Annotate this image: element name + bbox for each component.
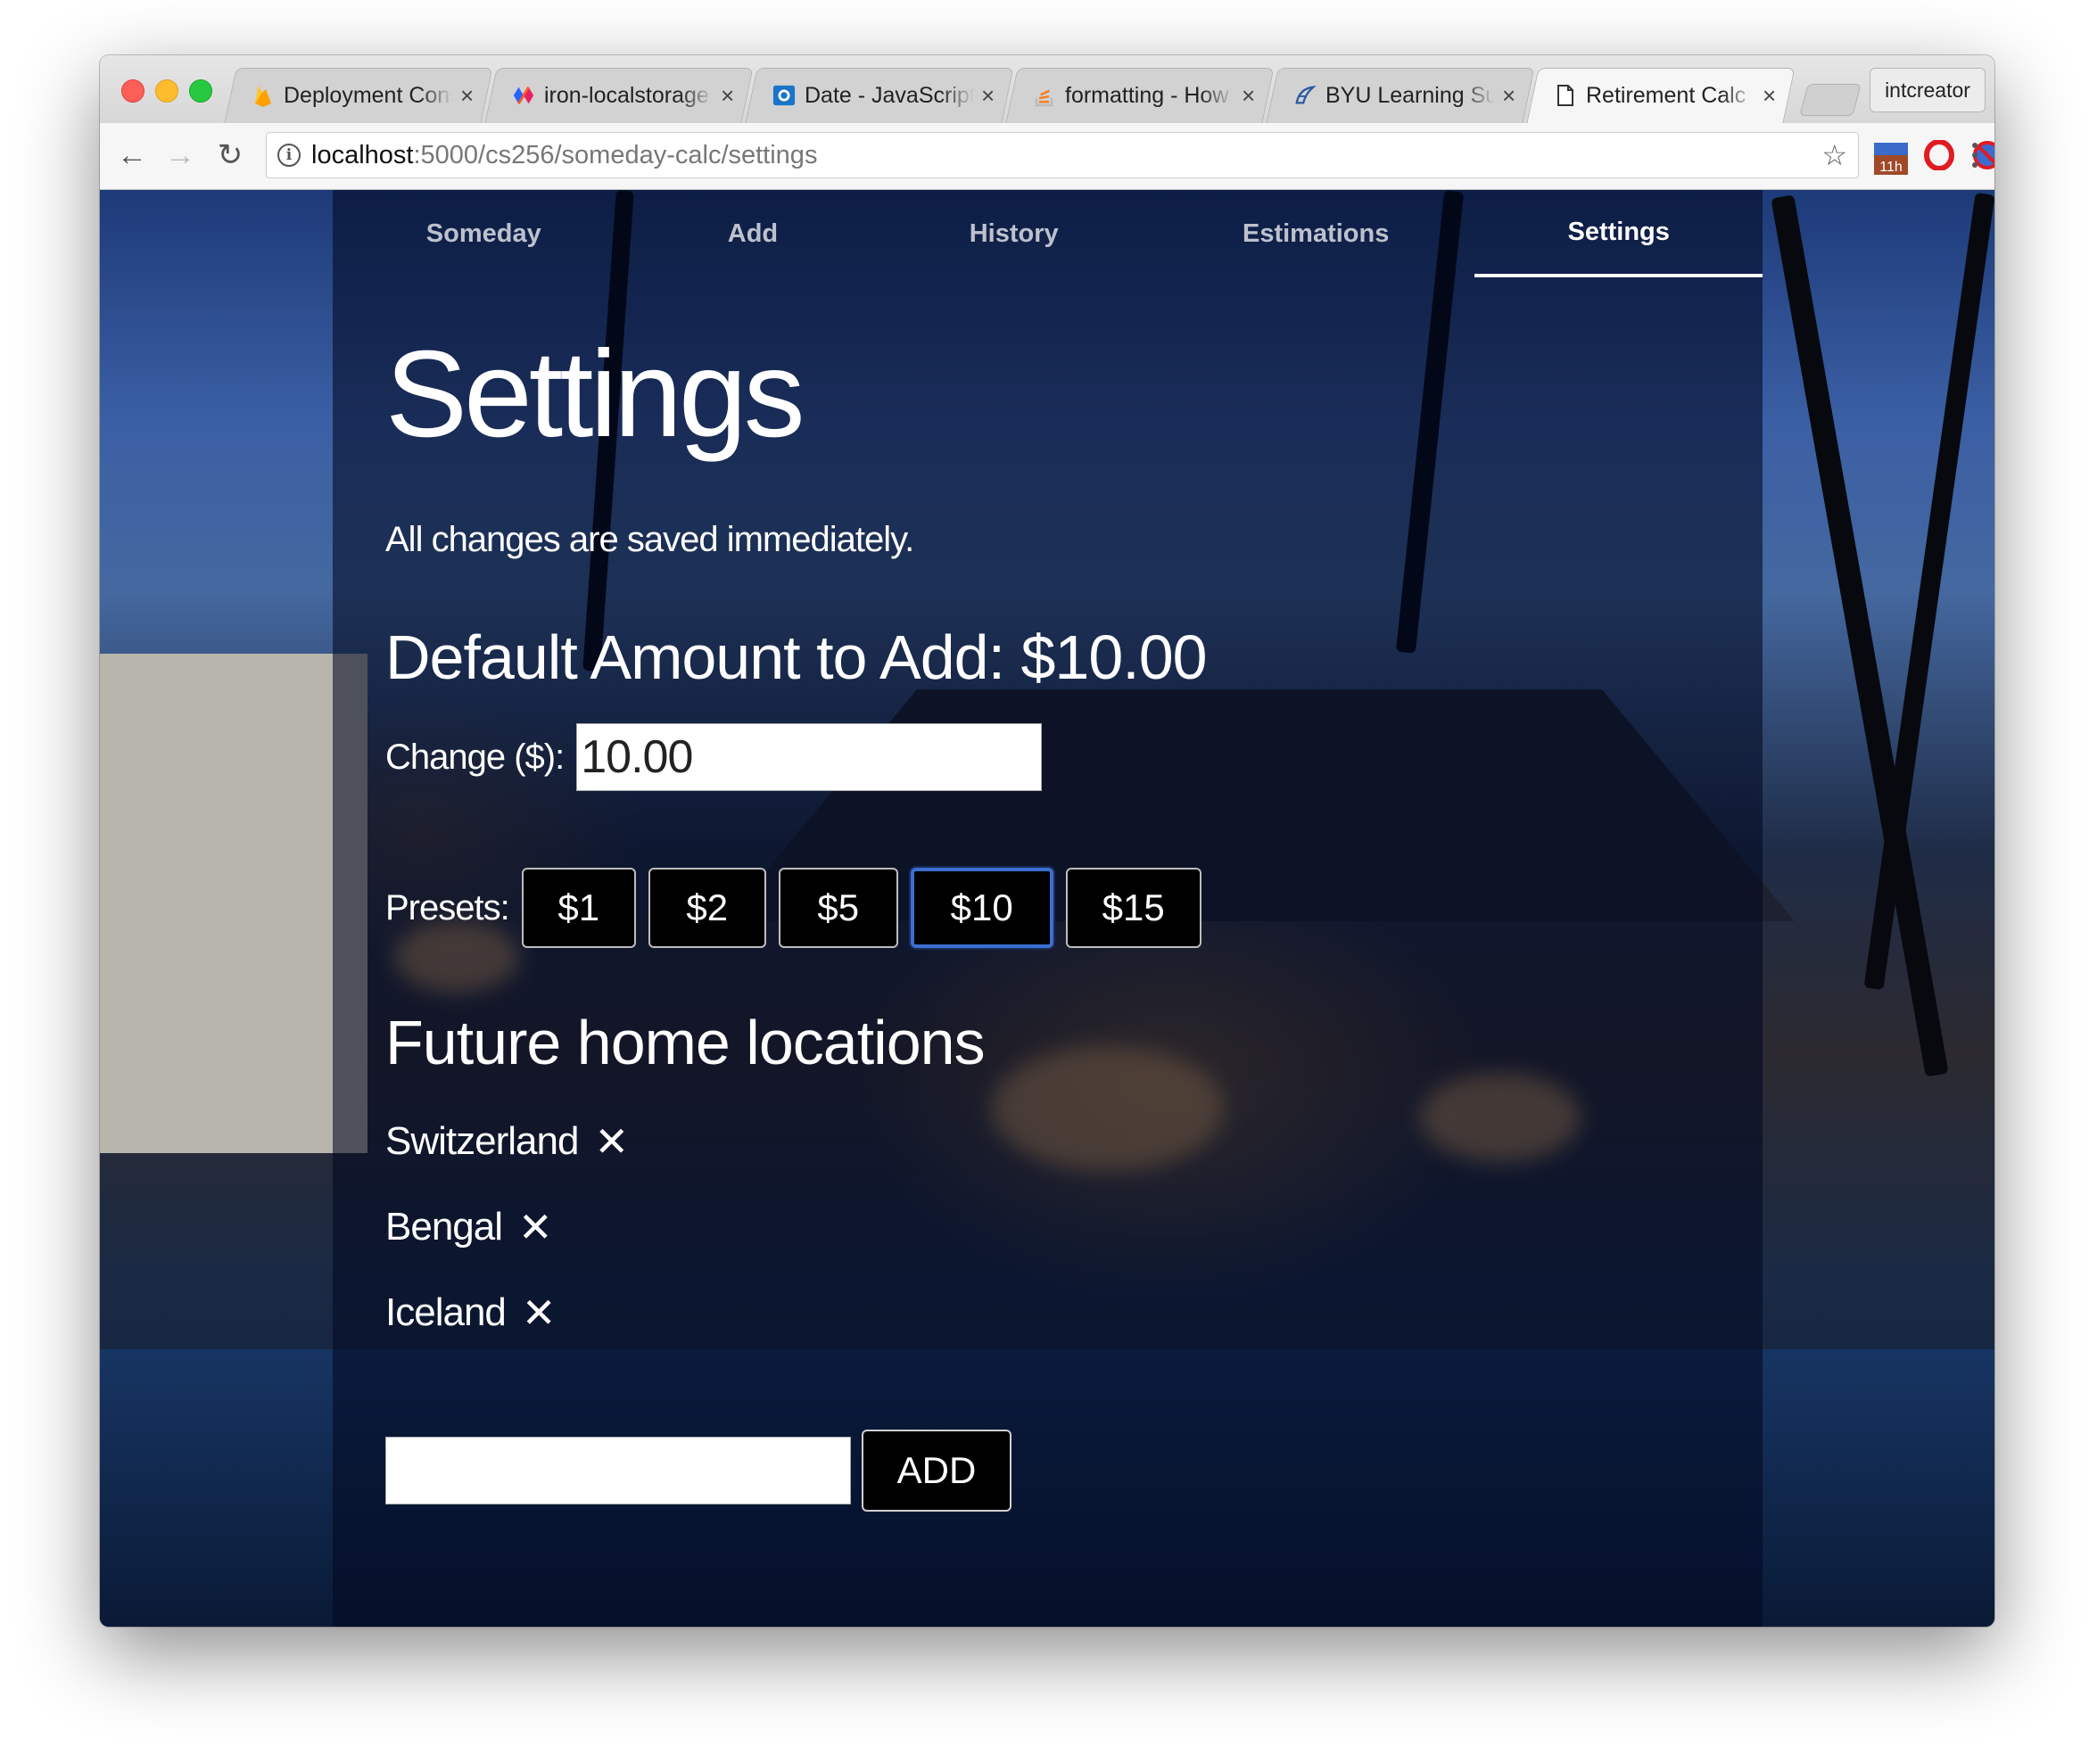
nav-add[interactable]: Add [635, 190, 871, 277]
content-panel: Someday Add History Estimations Settings… [333, 190, 1763, 1627]
profile-button[interactable]: intcreator [1870, 68, 1986, 112]
locations-heading: Future home locations [385, 1008, 986, 1077]
tab-title: iron-localstorage [544, 82, 709, 108]
nav-settings[interactable]: Settings [1474, 190, 1763, 277]
change-amount-label: Change ($): [385, 737, 565, 777]
mdn-icon [772, 84, 796, 107]
location-name: Bengal [385, 1205, 503, 1249]
tab-close-icon[interactable]: × [1242, 84, 1255, 107]
url-text: localhost:5000/cs256/someday-calc/settin… [311, 141, 817, 170]
preset-1-button[interactable]: $1 [521, 868, 636, 948]
browser-tab[interactable]: Deployment Console × [225, 68, 492, 123]
polymer-icon [512, 84, 535, 107]
tab-close-icon[interactable]: × [981, 84, 995, 107]
nav-estimations[interactable]: Estimations [1157, 190, 1474, 277]
add-location-button[interactable]: ADD [862, 1430, 1011, 1512]
preset-15-button[interactable]: $15 [1065, 868, 1201, 948]
tab-title: BYU Learning Suite [1325, 82, 1495, 108]
location-name: Switzerland [385, 1119, 579, 1163]
presets-label: Presets: [385, 887, 510, 927]
reload-icon[interactable]: ↻ [209, 134, 252, 177]
back-icon[interactable]: ← [111, 134, 153, 177]
tab-close-icon[interactable]: × [1763, 84, 1776, 107]
remove-location-icon[interactable]: ✕ [518, 1207, 553, 1248]
change-amount-input[interactable]: 10.00 [576, 723, 1043, 791]
nav-history[interactable]: History [871, 190, 1157, 277]
info-icon[interactable]: i [277, 144, 301, 167]
firebase-icon [252, 84, 275, 107]
new-location-input[interactable] [385, 1437, 851, 1504]
browser-tab[interactable]: iron-localstorage × [485, 68, 753, 123]
tab-close-icon[interactable]: × [721, 84, 734, 107]
address-bar[interactable]: i localhost:5000/cs256/someday-calc/sett… [266, 132, 1859, 178]
remove-location-icon[interactable]: ✕ [522, 1292, 557, 1333]
forward-icon[interactable]: → [159, 134, 202, 177]
stackoverflow-icon [1033, 84, 1056, 107]
villa-wall-left [100, 654, 367, 1153]
add-location-row: ADD [385, 1430, 1011, 1512]
tab-title: Date - JavaScript [805, 82, 974, 108]
change-amount-row: Change ($): 10.00 [385, 723, 1043, 791]
browser-tab[interactable]: BYU Learning Suite × [1267, 68, 1534, 123]
browser-tab-active[interactable]: Retirement Calc × [1527, 68, 1795, 123]
preset-5-button[interactable]: $5 [778, 868, 898, 948]
nav-someday[interactable]: Someday [333, 190, 635, 277]
byu-icon [1293, 84, 1317, 107]
default-amount-heading: Default Amount to Add: $10.00 [385, 622, 1208, 692]
palm-trunk [1863, 192, 1994, 991]
new-tab-button[interactable] [1799, 84, 1862, 116]
page-viewport: Someday Add History Estimations Settings… [100, 190, 1994, 1627]
browser-tab[interactable]: formatting - How × [1006, 68, 1274, 123]
tab-close-icon[interactable]: × [460, 84, 474, 107]
top-nav: Someday Add History Estimations Settings [333, 190, 1763, 277]
preset-10-button[interactable]: $10 [910, 868, 1053, 948]
location-item: Switzerland ✕ [385, 1119, 629, 1164]
calendar-extension-icon[interactable]: 11h [1873, 141, 1909, 177]
location-name: Iceland [385, 1290, 507, 1334]
opera-extension-icon[interactable] [1921, 137, 1957, 173]
page-icon [1554, 84, 1577, 107]
browser-window: Deployment Console × iron-localstorage ×… [100, 55, 1994, 1627]
presets-row: Presets: $1 $2 $5 $10 $15 [385, 868, 1214, 948]
window-maximize-button[interactable] [189, 79, 212, 103]
tab-title: Deployment Console [284, 82, 453, 108]
bookmark-star-icon[interactable]: ☆ [1821, 138, 1847, 172]
chrome-menu-icon[interactable] [1957, 132, 1993, 178]
window-close-button[interactable] [121, 79, 144, 103]
browser-tab[interactable]: Date - JavaScript × [746, 68, 1013, 123]
tab-strip: Deployment Console × iron-localstorage ×… [100, 55, 1994, 123]
browser-toolbar: ← → ↻ i localhost:5000/cs256/someday-cal… [100, 123, 1994, 190]
url-host: localhost [311, 140, 414, 169]
location-item: Iceland ✕ [385, 1290, 556, 1335]
url-path: :5000/cs256/someday-calc/settings [413, 140, 818, 169]
window-minimize-button[interactable] [155, 79, 178, 103]
tab-title: formatting - How [1065, 82, 1229, 108]
tab-close-icon[interactable]: × [1502, 84, 1515, 107]
page-title: Settings [385, 326, 805, 463]
tab-title: Retirement Calc [1586, 82, 1746, 108]
calendar-extension-badge: 11h [1879, 160, 1903, 175]
save-notice: All changes are saved immediately. [385, 520, 914, 559]
preset-2-button[interactable]: $2 [648, 868, 766, 948]
remove-location-icon[interactable]: ✕ [594, 1121, 629, 1162]
location-item: Bengal ✕ [385, 1205, 553, 1249]
